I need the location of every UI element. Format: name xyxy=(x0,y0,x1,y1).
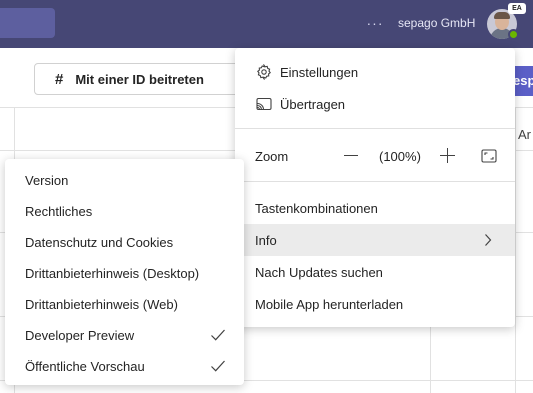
join-with-id-label: Mit einer ID beitreten xyxy=(75,71,204,87)
cast-icon xyxy=(256,96,272,112)
menu-item-settings[interactable]: Einstellungen xyxy=(235,56,515,88)
presence-status-icon xyxy=(508,29,519,40)
submenu-item-developer-preview[interactable]: Developer Preview xyxy=(5,320,244,351)
menu-item-check-updates[interactable]: Nach Updates suchen xyxy=(235,256,515,288)
menu-item-label: Nach Updates suchen xyxy=(255,264,383,280)
submenu-item-third-party-web[interactable]: Drittanbieterhinweis (Web) xyxy=(5,289,244,320)
submenu-item-legal[interactable]: Rechtliches xyxy=(5,196,244,227)
zoom-in-button[interactable] xyxy=(440,148,456,164)
submenu-item-label: Drittanbieterhinweis (Web) xyxy=(25,297,178,312)
hash-icon: # xyxy=(55,70,64,88)
menu-item-cast[interactable]: Übertragen xyxy=(235,88,515,120)
menu-item-shortcuts[interactable]: Tastenkombinationen xyxy=(235,192,515,224)
join-with-id-button[interactable]: # Mit einer ID beitreten xyxy=(34,63,244,95)
submenu-item-privacy-cookies[interactable]: Datenschutz und Cookies xyxy=(5,227,244,258)
submenu-item-public-preview[interactable]: Öffentliche Vorschau xyxy=(5,351,244,382)
column-header: Ar xyxy=(518,127,531,142)
zoom-row: Zoom (100%) xyxy=(235,140,515,172)
menu-item-label: Mobile App herunterladen xyxy=(255,296,404,312)
grid-line xyxy=(515,108,516,393)
submenu-item-label: Developer Preview xyxy=(25,328,135,343)
menu-divider xyxy=(235,128,515,129)
submenu-item-label: Version xyxy=(25,173,69,188)
submenu-item-label: Rechtliches xyxy=(25,204,93,219)
chevron-right-icon xyxy=(484,233,492,250)
organization-name[interactable]: sepago GmbH xyxy=(398,16,475,30)
zoom-value: (100%) xyxy=(379,149,421,164)
zoom-out-button[interactable] xyxy=(344,155,358,156)
menu-item-label: Tastenkombinationen xyxy=(255,200,378,216)
menu-item-mobile-app[interactable]: Mobile App herunterladen xyxy=(235,288,515,320)
info-submenu: Version Rechtliches Datenschutz und Cook… xyxy=(5,159,244,385)
checkmark-icon xyxy=(210,328,226,345)
checkmark-icon xyxy=(210,359,226,376)
submenu-item-label: Öffentliche Vorschau xyxy=(25,359,145,374)
submenu-item-label: Drittanbieterhinweis (Desktop) xyxy=(25,266,200,281)
more-options-button[interactable]: ··· xyxy=(366,14,384,32)
menu-item-label: Übertragen xyxy=(280,96,346,112)
menu-item-label: Einstellungen xyxy=(280,64,359,80)
menu-item-info[interactable]: Info xyxy=(235,224,515,256)
avatar-initials-badge: EA xyxy=(508,3,526,14)
menu-divider xyxy=(235,181,515,182)
search-box[interactable] xyxy=(0,8,55,38)
avatar-hair xyxy=(494,12,510,19)
settings-menu: Einstellungen Übertragen Zoom (100%) Tas… xyxy=(235,48,515,327)
submenu-item-version[interactable]: Version xyxy=(5,165,244,196)
fullscreen-icon[interactable] xyxy=(481,149,497,166)
zoom-label: Zoom xyxy=(255,149,289,164)
submenu-item-third-party-desktop[interactable]: Drittanbieterhinweis (Desktop) xyxy=(5,258,244,289)
submenu-item-label: Datenschutz und Cookies xyxy=(25,235,174,250)
gear-icon xyxy=(256,64,272,80)
